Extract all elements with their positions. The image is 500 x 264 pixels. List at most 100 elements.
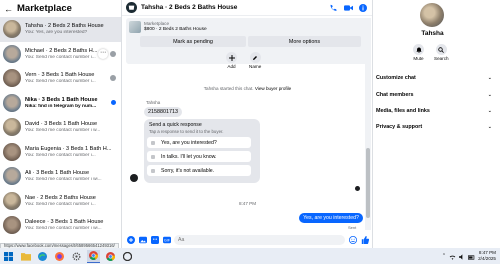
battery-icon[interactable] bbox=[468, 247, 475, 264]
taskbar: ⌃ 8:47 PM 2/4/2025 bbox=[0, 248, 500, 264]
chat-title[interactable]: Tahsha · 2 Beds 2 Baths House bbox=[141, 4, 328, 11]
mute-label: Mute bbox=[413, 56, 424, 61]
name-label: Name bbox=[249, 64, 262, 69]
gif-icon[interactable]: GIF bbox=[162, 235, 171, 244]
conversation-item[interactable]: Nika · 3 Beds 1 Bath House Nika: find in… bbox=[0, 91, 121, 116]
file-explorer-icon[interactable] bbox=[19, 250, 32, 263]
windows-start-icon[interactable] bbox=[2, 250, 15, 263]
emoji-icon[interactable] bbox=[348, 235, 357, 244]
chevron-up-icon[interactable]: ⌃ bbox=[442, 253, 446, 259]
conversation-item[interactable]: Nae · 2 Beds 2 Baths House You: Send me … bbox=[0, 189, 121, 214]
listing-source: Marketplace bbox=[144, 21, 170, 26]
conversation-preview: You: Send me contact number i w... bbox=[25, 128, 101, 134]
bell-icon bbox=[413, 44, 424, 55]
media-files-links-section[interactable]: Media, files and links ⌄ bbox=[376, 108, 492, 114]
avatar bbox=[3, 118, 21, 137]
mute-button[interactable]: Mute bbox=[413, 44, 424, 61]
conversation-name: Nae · 2 Beds 2 Baths House bbox=[25, 194, 96, 201]
search-button[interactable]: Search bbox=[434, 44, 449, 61]
quick-response-card: Send a quick response Tap a response to … bbox=[144, 119, 260, 183]
privacy-support-section[interactable]: Privacy & support ⌄ bbox=[376, 124, 492, 130]
taskbar-date: 2/4/2025 bbox=[478, 256, 496, 261]
listing-thumbnail[interactable] bbox=[129, 21, 141, 33]
name-action[interactable]: Name bbox=[249, 52, 261, 69]
chevron-down-icon: ⌄ bbox=[487, 92, 492, 98]
conversation-item[interactable]: David · 3 Beds 1 Bath House You: Send me… bbox=[0, 115, 121, 140]
conversation-item[interactable]: Ali · 3 Beds 1 Bath House You: Send me c… bbox=[0, 164, 121, 189]
add-action[interactable]: Add bbox=[226, 52, 237, 69]
message-input[interactable] bbox=[174, 234, 345, 245]
incoming-message: 2158801713 bbox=[144, 107, 182, 117]
contact-photo[interactable] bbox=[420, 3, 444, 27]
wifi-icon[interactable] bbox=[449, 247, 456, 264]
conversation-item[interactable]: Michael · 2 Beds 2 Baths H... You: Send … bbox=[0, 42, 121, 67]
chevron-down-icon: ⌄ bbox=[487, 75, 492, 81]
view-buyer-profile-link[interactable]: View buyer profile bbox=[255, 86, 291, 91]
scrollbar-thumb[interactable] bbox=[366, 148, 370, 218]
plus-icon bbox=[226, 52, 237, 63]
phone-icon[interactable] bbox=[328, 3, 338, 13]
mark-as-pending-button[interactable]: Mark as pending bbox=[140, 36, 246, 47]
avatar bbox=[3, 167, 21, 186]
taskbar-clock[interactable]: 8:47 PM 2/4/2025 bbox=[478, 250, 496, 262]
sidebar-header: ← Marketplace bbox=[0, 0, 121, 17]
conversation-item[interactable]: Vern · 3 Beds 1 Bath House You: Send me … bbox=[0, 66, 121, 91]
quick-response-subtitle: Tap a response to send it to the buyer. bbox=[149, 129, 224, 134]
listing-price[interactable]: $800 · 2 Beds 2 Baths House bbox=[144, 27, 207, 32]
more-options-button[interactable]: More options bbox=[248, 36, 361, 47]
sender-avatar bbox=[130, 174, 138, 182]
conversation-name: Tahsha · 2 Beds 2 Baths House bbox=[25, 23, 104, 30]
messenger-window: ← Marketplace Tahsha · 2 Beds 2 Baths Ho… bbox=[0, 0, 500, 264]
search-icon bbox=[435, 44, 447, 55]
avatar bbox=[3, 93, 21, 112]
quick-response-option[interactable]: Sorry, it's not available. bbox=[147, 165, 251, 176]
sticker-icon[interactable] bbox=[150, 235, 159, 244]
conversation-item[interactable]: Daleece · 3 Beds 1 Bath House You: Send … bbox=[0, 213, 121, 238]
avatar bbox=[3, 20, 21, 39]
marketplace-icon bbox=[126, 2, 137, 13]
back-arrow-icon[interactable]: ← bbox=[4, 4, 13, 14]
search-label: Search bbox=[434, 56, 449, 61]
pencil-icon bbox=[249, 52, 261, 63]
conversation-preview: You: Send me contact number i wi... bbox=[25, 226, 102, 232]
chrome-icon[interactable] bbox=[104, 250, 117, 263]
contact-name: Tahsha bbox=[421, 30, 444, 37]
edge-icon[interactable] bbox=[36, 250, 49, 263]
more-options-icon[interactable]: ⋯ bbox=[98, 48, 108, 59]
listing-actions: Add Name bbox=[226, 52, 261, 69]
customize-chat-section[interactable]: Customize chat ⌄ bbox=[376, 75, 492, 81]
chevron-down-icon: ⌄ bbox=[487, 108, 492, 114]
avatar bbox=[3, 191, 21, 210]
conversation-name: Daleece · 3 Beds 1 Bath House bbox=[25, 219, 104, 226]
plus-circle-icon[interactable] bbox=[126, 235, 135, 244]
message-icon bbox=[151, 140, 155, 145]
info-icon[interactable] bbox=[358, 3, 368, 13]
quick-response-option[interactable]: Yes, are you interested? bbox=[147, 137, 251, 148]
chat-members-section[interactable]: Chat members ⌄ bbox=[376, 92, 492, 98]
conversation-preview: You: Send me contact number i... bbox=[25, 201, 96, 207]
conversation-item[interactable]: Tahsha · 2 Beds 2 Baths House You: Yes, … bbox=[0, 17, 121, 42]
speaker-icon[interactable] bbox=[459, 247, 465, 264]
message-icon bbox=[151, 168, 155, 173]
conversation-sidebar: ← Marketplace Tahsha · 2 Beds 2 Baths Ho… bbox=[0, 0, 122, 248]
seen-avatar-icon bbox=[355, 186, 360, 191]
chrome-icon[interactable] bbox=[87, 249, 100, 263]
video-call-icon[interactable] bbox=[343, 3, 353, 13]
conversation-preview: You: Yes, are you interested? bbox=[25, 30, 88, 36]
chat-scrollbar[interactable] bbox=[365, 18, 371, 230]
add-label: Add bbox=[227, 64, 236, 69]
photo-icon[interactable] bbox=[138, 235, 147, 244]
app-icon[interactable] bbox=[121, 250, 134, 263]
system-text: Tahsha started this chat. bbox=[203, 86, 254, 91]
conversation-item[interactable]: Maria Eugenia · 3 Beds 1 Bath H... You: … bbox=[0, 140, 121, 165]
conversation-preview: You: Send me contact number i... bbox=[25, 79, 96, 85]
settings-gear-icon[interactable] bbox=[70, 250, 83, 263]
message-composer: GIF bbox=[122, 231, 373, 248]
firefox-icon[interactable] bbox=[53, 250, 66, 263]
quick-response-option[interactable]: In talks. I'll let you know. bbox=[147, 151, 251, 162]
outgoing-message: Yes, are you interested? bbox=[299, 213, 363, 223]
chat-started-notice: Tahsha started this chat. View buyer pro… bbox=[122, 86, 373, 91]
like-icon[interactable] bbox=[360, 235, 369, 244]
sidebar-title: Marketplace bbox=[17, 3, 72, 14]
conversation-preview: You: Send me contact number i... bbox=[25, 152, 96, 158]
